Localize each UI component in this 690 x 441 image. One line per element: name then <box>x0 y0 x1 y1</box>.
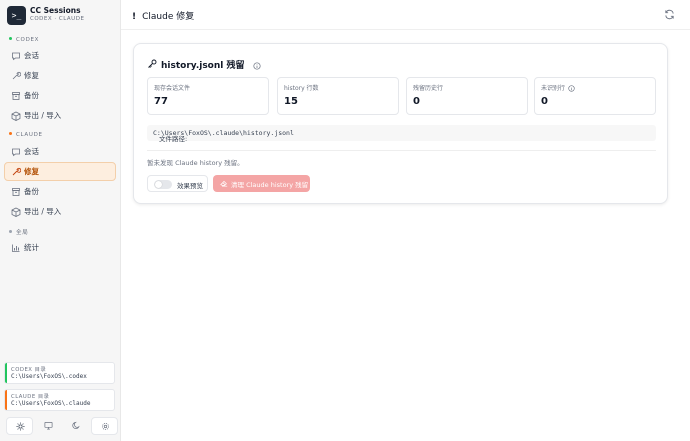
info-icon[interactable] <box>568 85 575 92</box>
sidebar-item-codex-sessions[interactable]: 会话 <box>4 46 116 65</box>
page-title: ! Claude 修复 <box>132 12 195 22</box>
toggle-knob <box>155 181 162 188</box>
stat-value: 15 <box>284 96 298 107</box>
stat-unrecognized-lines: 未识别行 0 <box>534 77 656 115</box>
dir-path: C:\Users\FoxOS\.codex <box>11 373 87 380</box>
section-dot <box>9 37 12 40</box>
app-title: CC Sessions <box>30 6 81 15</box>
gear-icon <box>102 423 109 430</box>
stat-label: 残留历史行 <box>413 85 444 92</box>
sidebar-item-label: 导出 / 导入 <box>24 207 62 216</box>
file-path-box: 文件路径: C:\Users\FoxOS\.claude\history.jso… <box>147 125 656 143</box>
sidebar-item-label: 备份 <box>24 91 39 100</box>
sidebar-item-codex-repair[interactable]: 修复 <box>4 66 116 85</box>
terminal-logo-icon: >_ <box>7 6 26 25</box>
archive-icon <box>12 92 20 100</box>
sidebar-item-label: 导出 / 导入 <box>24 111 62 120</box>
stat-value: 77 <box>154 96 168 107</box>
card-title: history.jsonl 残留 <box>147 58 261 71</box>
dir-path: C:\Users\FoxOS\.claude <box>11 400 91 407</box>
history-residue-card: history.jsonl 残留 现存会话文件 77 history 行数 15… <box>133 43 668 204</box>
stat-value: 0 <box>541 96 548 107</box>
wrench-icon <box>12 71 21 80</box>
section-dot <box>9 132 12 135</box>
section-label-claude: CLAUDE <box>9 132 43 138</box>
codex-dir-card: CODEX 目录 C:\Users\FoxOS\.codex <box>4 362 115 384</box>
preview-toggle-control[interactable]: 效果预览 <box>147 175 208 192</box>
sun-icon <box>16 422 25 431</box>
sidebar-item-claude-export-import[interactable]: 导出 / 导入 <box>4 202 116 221</box>
sidebar-item-claude-sessions[interactable]: 会话 <box>4 142 116 161</box>
section-label-global: 全局 <box>9 228 28 236</box>
sidebar-item-label: 统计 <box>24 243 39 252</box>
dir-accent-bar <box>5 390 7 410</box>
claude-dir-card: CLAUDE 目录 C:\Users\FoxOS\.claude <box>4 389 115 411</box>
chart-icon <box>12 244 20 252</box>
theme-switcher <box>6 417 118 435</box>
dark-theme-button[interactable] <box>63 417 90 435</box>
sidebar-item-claude-repair[interactable]: 修复 <box>4 162 116 181</box>
sidebar-item-codex-backup[interactable]: 备份 <box>4 86 116 105</box>
alert-marker: ! <box>132 12 137 22</box>
sidebar-item-stats[interactable]: 统计 <box>4 238 116 257</box>
section-label-codex: CODEX <box>9 37 39 43</box>
status-note: 暂未发现 Claude history 残留。 <box>147 159 244 167</box>
app-subtitle: CODEX · CLAUDE <box>30 16 85 22</box>
divider <box>147 150 656 151</box>
package-icon <box>11 111 21 121</box>
message-icon <box>12 148 20 157</box>
system-theme-button[interactable] <box>35 417 62 435</box>
sidebar-item-label: 修复 <box>24 71 39 80</box>
info-icon[interactable] <box>253 61 261 70</box>
sidebar-item-codex-export-import[interactable]: 导出 / 导入 <box>4 106 116 125</box>
file-path-text: 文件路径: C:\Users\FoxOS\.claude\history.jso… <box>153 129 294 143</box>
settings-button[interactable] <box>91 417 118 435</box>
message-icon <box>12 52 20 61</box>
sidebar-item-label: 会话 <box>24 51 39 60</box>
clean-history-label: 清理 Claude history 残留 <box>231 181 309 189</box>
eraser-icon <box>220 180 228 187</box>
brand: >_ CC Sessions CODEX · CLAUDE <box>7 6 117 26</box>
wrench-icon <box>12 167 21 176</box>
stat-history-lines: history 行数 15 <box>277 77 399 115</box>
section-dot <box>9 230 12 233</box>
sidebar-item-claude-backup[interactable]: 备份 <box>4 182 116 201</box>
dir-label: CLAUDE 目录 <box>11 394 50 400</box>
file-path-label: 文件路径: <box>159 135 188 143</box>
moon-icon <box>72 421 80 429</box>
stat-residual-lines: 残留历史行 0 <box>406 77 528 115</box>
preview-toggle[interactable] <box>154 180 172 189</box>
clean-history-button[interactable]: 清理 Claude history 残留 <box>213 175 310 192</box>
archive-icon <box>12 188 20 196</box>
topbar: ! Claude 修复 <box>121 0 690 30</box>
dir-accent-bar <box>5 363 7 383</box>
preview-toggle-label: 效果预览 <box>177 182 203 190</box>
refresh-icon[interactable] <box>664 9 675 20</box>
monitor-icon <box>44 421 53 430</box>
stat-session-files: 现存会话文件 77 <box>147 77 269 115</box>
sidebar-item-label: 修复 <box>24 167 39 176</box>
stat-label: 未识别行 <box>541 83 575 92</box>
stat-label: history 行数 <box>284 85 319 92</box>
sidebar-item-label: 备份 <box>24 187 39 196</box>
dir-label: CODEX 目录 <box>11 367 47 373</box>
stat-value: 0 <box>413 96 420 107</box>
key-icon <box>148 59 157 68</box>
sidebar-item-label: 会话 <box>24 147 39 156</box>
package-icon <box>11 207 21 217</box>
stat-label: 现存会话文件 <box>154 85 191 92</box>
sidebar: >_ CC Sessions CODEX · CLAUDE CODEX 会话 修… <box>0 0 121 441</box>
light-theme-button[interactable] <box>6 417 33 435</box>
